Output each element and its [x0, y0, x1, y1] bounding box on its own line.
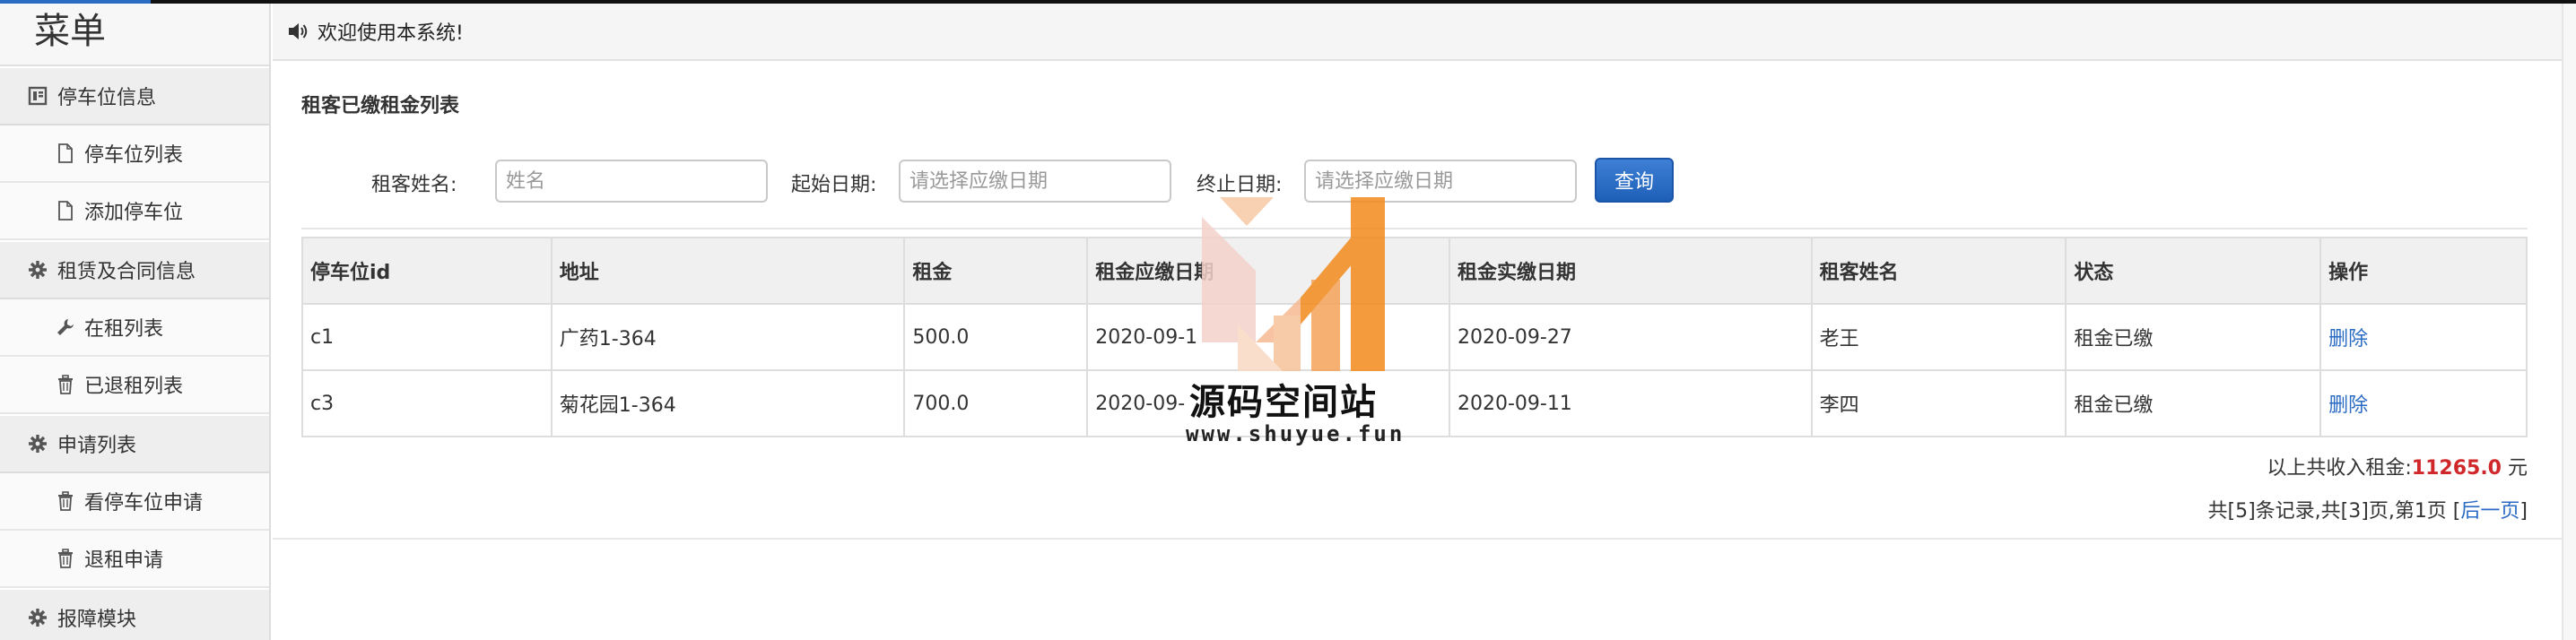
cell-parking-id: c3 [301, 369, 553, 437]
sidebar: 菜单 停车位信息 停车位列表 添加停车位 租赁及合同信息 在租列表 已退租列表 [0, 4, 271, 640]
wrench-icon [56, 316, 75, 338]
end-date-input[interactable] [1304, 160, 1577, 203]
cell-address: 广药1-364 [550, 303, 906, 371]
pagination: 共[5]条记录,共[3]页,第1页 [后一页] [2208, 495, 2528, 523]
column-header[interactable]: 租客姓名 [1810, 237, 2067, 305]
speaker-icon [287, 21, 310, 42]
gear-icon [27, 433, 48, 454]
column-header[interactable]: 操作 [2319, 237, 2528, 305]
cell-due-date: 2020-09-1 [1086, 303, 1450, 371]
next-page-link[interactable]: 后一页 [2460, 500, 2519, 523]
sidebar-section-applications[interactable]: 申请列表 [0, 414, 269, 473]
column-header[interactable]: 租金应缴日期 [1086, 237, 1450, 305]
column-header[interactable]: 状态 [2065, 237, 2322, 305]
welcome-message: 欢迎使用本系统! [318, 22, 464, 45]
cell-address: 菊花园1-364 [550, 369, 906, 437]
table-row: c1 广药1-364 500.0 2020-09-1 2020-09-27 老王… [301, 303, 2528, 371]
sidebar-section-lease[interactable]: 租赁及合同信息 [0, 240, 269, 299]
trash-icon [56, 374, 75, 395]
sidebar-section-label: 报障模块 [57, 609, 137, 631]
pagination-close: ] [2519, 500, 2528, 523]
sidebar-item-return-applications[interactable]: 退租申请 [0, 531, 269, 588]
sidebar-item-label: 添加停车位 [84, 202, 184, 224]
sidebar-section-label: 租赁及合同信息 [57, 261, 196, 283]
cell-parking-id: c1 [301, 303, 553, 371]
sidebar-title: 菜单 [0, 4, 269, 66]
cell-action: 删除 [2319, 303, 2528, 371]
delete-link[interactable]: 删除 [2328, 394, 2368, 417]
tenant-name-label: 租客姓名: [371, 174, 457, 196]
file-icon [56, 143, 75, 164]
cell-tenant: 李四 [1810, 369, 2067, 437]
rent-summary: 以上共收入租金:11265.0 元 [2267, 452, 2528, 480]
sidebar-item-view-applications[interactable]: 看停车位申请 [0, 473, 269, 531]
pagination-info: 共[5]条记录,共[3]页,第1页 [ [2207, 500, 2461, 523]
cell-action: 删除 [2319, 369, 2528, 437]
trash-icon [56, 490, 75, 512]
sidebar-item-label: 在租列表 [84, 318, 164, 341]
cell-paid-date: 2020-09-11 [1448, 369, 1813, 437]
cell-status: 租金已缴 [2065, 303, 2322, 371]
cell-rent: 500.0 [903, 303, 1089, 371]
cell-status: 租金已缴 [2065, 369, 2322, 437]
divider [301, 228, 2528, 229]
delete-link[interactable]: 删除 [2328, 328, 2368, 350]
column-header[interactable]: 停车位id [301, 237, 553, 305]
list-box-icon [27, 85, 48, 107]
tenant-name-input[interactable] [495, 160, 768, 203]
welcome-bar: 欢迎使用本系统! [273, 4, 2576, 61]
sidebar-item-label: 停车位列表 [84, 144, 184, 167]
sidebar-section-label: 申请列表 [57, 435, 137, 457]
file-icon [56, 200, 75, 221]
sidebar-item-parking-list[interactable]: 停车位列表 [0, 125, 269, 183]
column-header[interactable]: 地址 [550, 237, 906, 305]
sidebar-item-add-parking[interactable]: 添加停车位 [0, 183, 269, 240]
gear-icon [27, 607, 48, 628]
query-button[interactable]: 查询 [1595, 158, 1674, 203]
column-header[interactable]: 租金实缴日期 [1448, 237, 1813, 305]
table-header-row: 停车位id 地址 租金 租金应缴日期 租金实缴日期 租客姓名 状态 操作 [301, 237, 2528, 305]
sidebar-item-label: 退租申请 [84, 549, 164, 572]
rent-paid-table: 停车位id 地址 租金 租金应缴日期 租金实缴日期 租客姓名 状态 操作 c1 … [301, 237, 2528, 437]
cell-rent: 700.0 [903, 369, 1089, 437]
gear-icon [27, 259, 48, 281]
summary-unit: 元 [2507, 457, 2528, 480]
sidebar-item-returned-list[interactable]: 已退租列表 [0, 357, 269, 414]
summary-prefix: 以上共收入租金: [2267, 457, 2412, 480]
scrollbar-track[interactable] [2562, 4, 2576, 640]
start-date-input[interactable] [899, 160, 1171, 203]
table-row: c3 菊花园1-364 700.0 2020-09- 2020-09-11 李四… [301, 369, 2528, 437]
sidebar-section-fault-report[interactable]: 报障模块 [0, 588, 269, 640]
watermark-title: 源码空间站 [1189, 382, 1378, 423]
start-date-label: 起始日期: [791, 174, 877, 196]
sidebar-item-label: 已退租列表 [84, 376, 184, 398]
end-date-label: 终止日期: [1197, 174, 1283, 196]
sidebar-item-renting-list[interactable]: 在租列表 [0, 299, 269, 357]
column-header[interactable]: 租金 [903, 237, 1089, 305]
sidebar-section-parking-info[interactable]: 停车位信息 [0, 66, 269, 125]
watermark-url: www.shuyue.fun [1186, 421, 1405, 446]
page-title: 租客已缴租金列表 [301, 95, 460, 117]
trash-icon [56, 548, 75, 569]
cell-tenant: 老王 [1810, 303, 2067, 371]
summary-amount: 11265.0 [2411, 457, 2502, 480]
sidebar-section-label: 停车位信息 [57, 87, 157, 109]
sidebar-item-label: 看停车位申请 [84, 492, 204, 515]
divider [273, 538, 2562, 540]
cell-paid-date: 2020-09-27 [1448, 303, 1813, 371]
